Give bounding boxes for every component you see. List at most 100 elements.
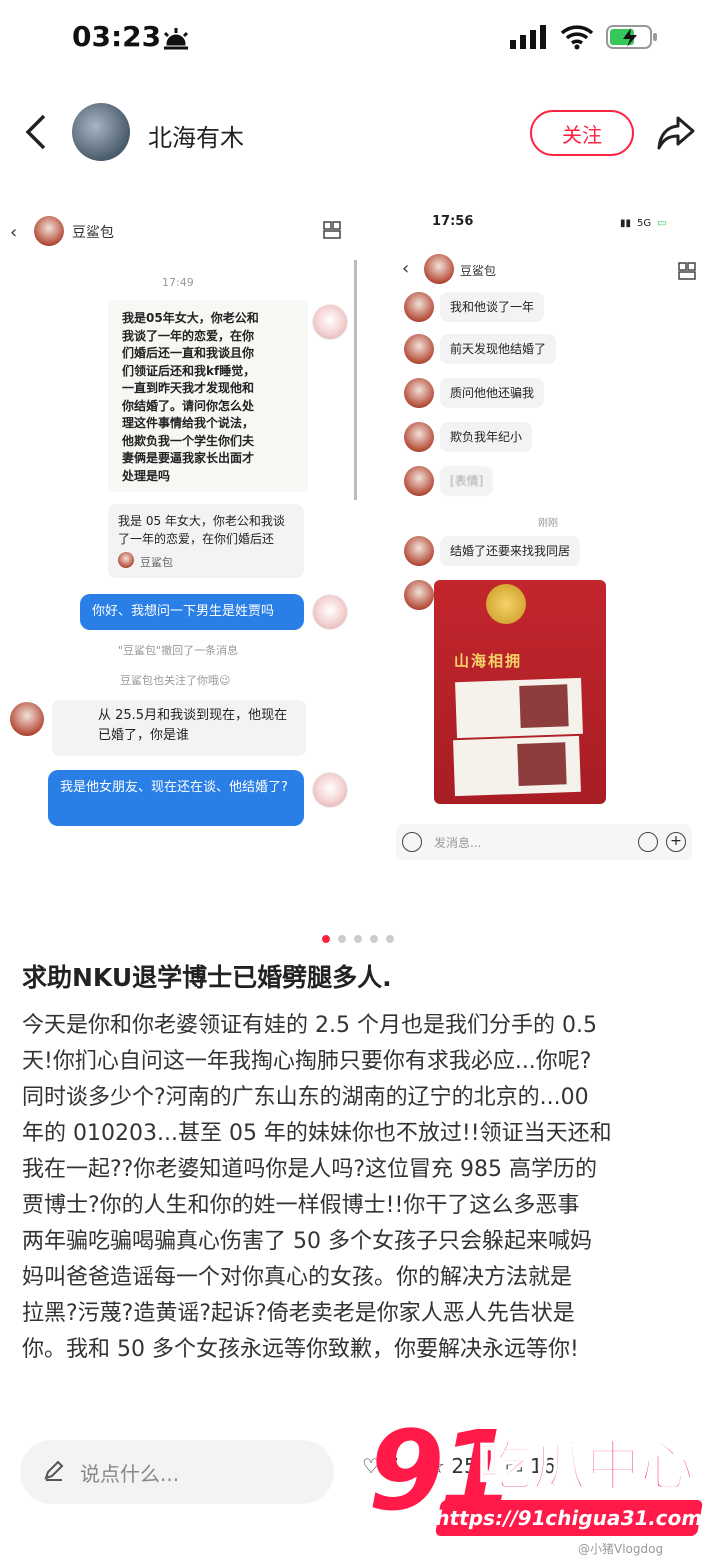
shot2-back-icon: ‹ [402, 258, 410, 279]
post-line: 年的 010203...甚至 05 年的妹妹你也不放过!!领证当天还和 [22, 1121, 612, 1146]
status-time: 03:23 [72, 20, 162, 53]
blue-message-2: 我是他女朋友、现在还在谈、他结婚了? [48, 770, 304, 826]
sender-avatar-2 [312, 594, 348, 630]
msg-avatar [404, 292, 434, 322]
post-line: 两年骗吃骗喝骗真心伤害了 50 多个女孩子只会躲起来喊妈 [22, 1229, 592, 1254]
post-line: 贾博士?你的人生和你的姓一样假博士!!你干了这么多恶事 [22, 1193, 580, 1218]
carousel-dot[interactable] [354, 935, 362, 943]
author-name[interactable]: 北海有木 [148, 118, 244, 153]
certificate-2 [453, 735, 581, 797]
left-screenshot: ‹ 豆鲨包 17:49 我是05年女大，你老公和 我谈了一年的恋爱，在你 们婚后还一… [0, 200, 360, 840]
msg-4: 欺负我年纪小 [440, 422, 533, 452]
msg-avatar [404, 536, 434, 566]
signal-icon [510, 25, 546, 49]
card-text: 我是 05 年女大，你老公和我谈了一年的恋爱，在你们婚后还 [118, 514, 285, 546]
watermark-url: https://91chigua31.com [433, 1500, 705, 1536]
reply-avatar [10, 702, 44, 736]
msg-2: 前天发现他结婚了 [440, 334, 557, 364]
quoted-note: 我是05年女大，你老公和 我谈了一年的恋爱，在你 们婚后还一直和我谈且你 们领证后还和… [108, 300, 308, 492]
shot2-grid-icon [678, 262, 696, 284]
msg-avatar [404, 334, 434, 364]
wifi-icon [560, 25, 594, 50]
carousel-dots[interactable] [318, 928, 398, 947]
carousel-dot[interactable] [322, 935, 330, 943]
right-screenshot: 17:56 ▮▮ 5G ▭ ‹ 豆鲨包 我和他谈了一年 前天发现他结婚了 质问他他还… [388, 200, 708, 870]
msg-avatar [404, 466, 434, 496]
post-body: 今天是你和你老婆领证有娃的 2.5 个月也是我们分手的 0.5 天!你扪心自问这… [22, 1008, 702, 1368]
post-title: 求助NKU退学博士已婚劈腿多人. [22, 963, 392, 992]
quote-line: 们领证后还和我kf睡觉， [122, 363, 256, 378]
certificate-photo-2 [517, 742, 567, 786]
msg-avatar [404, 580, 434, 610]
shot2-avatar [424, 254, 454, 284]
shot-chat-title: 豆鲨包 [72, 225, 114, 241]
post-line: 拉黑?污蔑?造黄谣?起诉?倚老卖老是你家人恶人先告状是 [22, 1301, 575, 1326]
sender-avatar [312, 304, 348, 340]
quote-line: 们婚后还一直和我谈且你 [122, 346, 255, 360]
carousel-dot[interactable] [370, 935, 378, 943]
quote-line: 我谈了一年的恋爱，在你 [122, 328, 255, 343]
shot-time: 17:49 [162, 276, 194, 289]
post-line: 同时谈多少个?河南的广东山东的湖南的辽宁的北京的...00 [22, 1085, 589, 1110]
scroll-indicator [354, 260, 357, 500]
msg-avatar [404, 378, 434, 408]
shot2-time: 17:56 [432, 214, 474, 229]
shot-avatar [34, 216, 64, 246]
shot2-chat-title: 豆鲨包 [460, 264, 497, 278]
marriage-certificate-photo: 山海相拥 [434, 580, 606, 804]
comment-placeholder: 说点什么... [80, 1461, 180, 1486]
shot2-battery-icon: ▭ [657, 218, 667, 229]
back-button[interactable] [22, 112, 50, 156]
shot2-input-bar: 发消息... + [396, 824, 692, 860]
post-line: 你。我和 50 多个女孩永远等你致歉，你要解决永远等你! [22, 1337, 579, 1362]
post-line: 天!你扪心自问这一年我掏心掏肺只要你有求我必应...你呢? [22, 1049, 592, 1074]
msg-avatar [404, 422, 434, 452]
post-line: 今天是你和你老婆领证有娃的 2.5 个月也是我们分手的 0.5 [22, 1013, 597, 1038]
shot-back-icon: ‹ [10, 222, 18, 243]
shot2-input-placeholder: 发消息... [434, 836, 482, 850]
quote-line: 理这件事情给我个说法， [122, 416, 255, 430]
share-icon[interactable] [656, 114, 696, 156]
just-now: 刚刚 [538, 518, 558, 529]
carousel-dot[interactable] [386, 935, 394, 943]
quote-line: 处理是吗 [122, 468, 171, 483]
quote-line: 他欺负我一个学生你们夫 [122, 433, 255, 448]
battery-icon [606, 25, 657, 49]
blue-message-1: 你好、我想问一下男生是姓贾吗 [80, 594, 304, 630]
certificate-photo-1 [519, 684, 569, 728]
card-avatar [118, 552, 134, 568]
author-avatar[interactable] [72, 103, 130, 161]
msg-3: 质问他他还骗我 [440, 378, 545, 408]
post-line: 我在一起??你老婆知道吗你是人吗?这位冒充 985 高学历的 [22, 1157, 598, 1182]
follow-notice: 豆鲨包也关注了你哦😉 [120, 674, 231, 687]
follow-button[interactable]: 关注 [530, 110, 634, 156]
status-icons [510, 24, 658, 50]
shot2-status: ▮▮ 5G ▭ [620, 218, 667, 229]
quote-line: 一直到昨天我才发现他和 [122, 381, 255, 395]
voice-icon [402, 832, 422, 852]
certificate-1 [455, 677, 583, 739]
card-preview: 我是 05 年女大，你老公和我谈了一年的恋爱，在你们婚后还 [108, 504, 304, 578]
quote-line: 我是05年女大，你老公和 [122, 311, 259, 325]
msg-1: 我和他谈了一年 [440, 292, 545, 322]
grid-icon [322, 220, 342, 244]
shot2-network: 5G [637, 218, 652, 229]
watermark-logo-text: 吃瓜中心 [477, 1435, 695, 1498]
sender-avatar-3 [312, 772, 348, 808]
shot2-signal-icon: ▮▮ [620, 218, 632, 229]
comment-input[interactable]: 说点什么... [20, 1440, 334, 1504]
weibo-watermark: @小猪Vlogdog [578, 1542, 664, 1556]
plus-icon: + [666, 832, 686, 852]
recall-notice: "豆鲨包"撤回了一条消息 [118, 644, 239, 657]
msg-last: 结婚了还要来找我同居 [440, 536, 581, 566]
sun-icon [158, 26, 194, 56]
reply-message: 从 25.5月和我谈到现在，他现在已婚了，你是谁 [52, 700, 306, 756]
msg-blurred: [表情] [440, 466, 494, 496]
carousel-dot[interactable] [338, 935, 346, 943]
post-line: 妈叫爸爸造谣每一个对你真心的女孩。你的解决方法就是 [22, 1265, 573, 1290]
card-source: 豆鲨包 [140, 556, 173, 569]
quote-line: 妻俩是要逼我家长出面才 [122, 451, 255, 465]
pen-icon [42, 1458, 66, 1486]
emoji-icon [638, 832, 658, 852]
quote-line: 你结婚了。请问你怎么处 [122, 398, 255, 413]
